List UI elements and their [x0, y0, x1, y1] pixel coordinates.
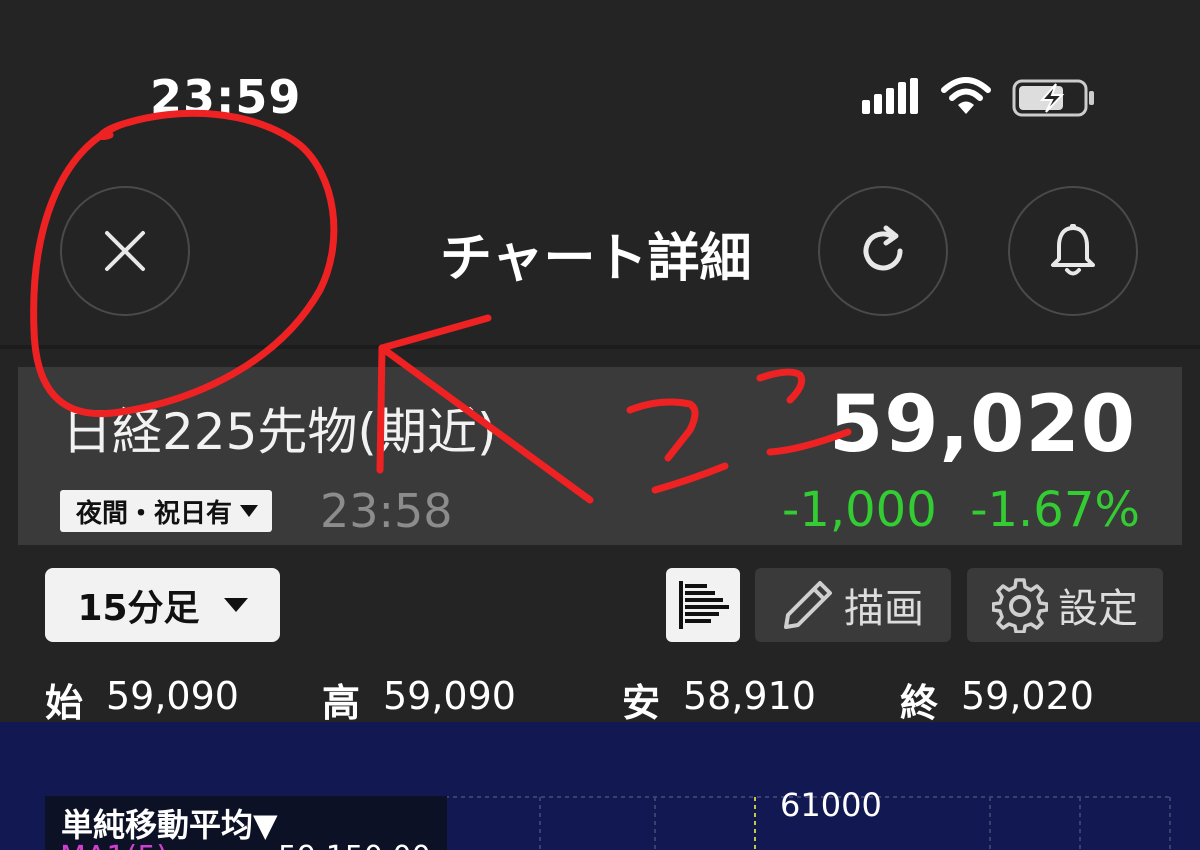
settings-button[interactable]: 設定: [967, 568, 1163, 642]
low-value: 58,910: [683, 674, 816, 718]
open-label: 始: [45, 681, 84, 725]
draw-button[interactable]: 描画: [755, 568, 951, 642]
session-select[interactable]: 夜間・祝日有: [60, 490, 273, 532]
high-value: 59,090: [383, 674, 516, 718]
last-price: 59,020: [829, 380, 1136, 470]
indicator-label: 単純移動平均▼: [61, 806, 278, 844]
close-label: 終: [900, 681, 939, 725]
open-value: 59,090: [106, 674, 239, 718]
quote-time: 23:58: [320, 484, 453, 538]
close-button[interactable]: [60, 186, 190, 316]
close-icon: [105, 231, 145, 271]
ma-legend: MA1(5): [60, 840, 168, 850]
instrument-name[interactable]: 日経225先物(期近): [62, 392, 496, 464]
status-time: 23:59: [150, 70, 302, 124]
close-value: 59,020: [961, 674, 1094, 718]
caret-down-icon: [240, 505, 259, 517]
header-divider: [0, 345, 1200, 349]
list-view-button[interactable]: [666, 568, 740, 642]
signal-icon: [862, 78, 918, 114]
timeframe-select[interactable]: 15分足: [45, 568, 280, 642]
high-label: 高: [322, 681, 361, 725]
session-label: 夜間・祝日有: [76, 498, 233, 529]
timeframe-label: 15分足: [77, 588, 200, 629]
refresh-icon: [863, 225, 903, 271]
battery-charging-icon: [1012, 79, 1094, 117]
ma-value: 59,150.00: [278, 840, 431, 850]
price-axis-label: 61000: [780, 786, 882, 824]
bell-icon: [1051, 224, 1095, 276]
gear-icon: [992, 578, 1048, 633]
refresh-button[interactable]: [818, 186, 948, 316]
pencil-icon: [784, 581, 832, 629]
page-title: チャート詳細: [440, 229, 752, 289]
wifi-icon: [941, 77, 991, 114]
list-bars-icon: [679, 581, 729, 629]
caret-down-icon: [223, 598, 248, 612]
price-change-percent: -1.67%: [970, 482, 1140, 538]
price-change: -1,000: [782, 482, 937, 538]
chart-area[interactable]: 61000 単純移動平均▼ MA1(5) 59,150.00: [0, 722, 1200, 850]
draw-label: 描画: [844, 586, 924, 632]
low-label: 安: [622, 681, 661, 725]
settings-label: 設定: [1058, 586, 1138, 632]
alert-button[interactable]: [1008, 186, 1138, 316]
